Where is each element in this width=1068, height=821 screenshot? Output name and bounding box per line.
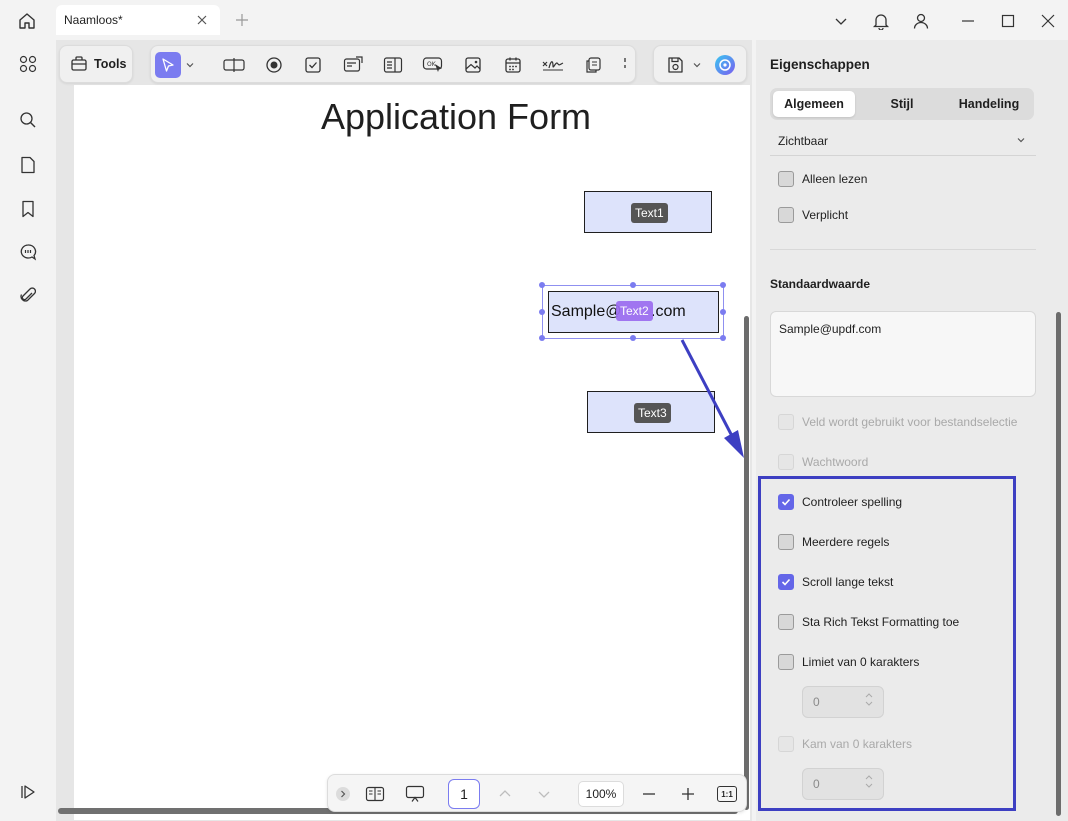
left-rail	[0, 40, 56, 821]
apps-grid-icon[interactable]	[15, 51, 41, 77]
actual-size-label: 1:1	[717, 786, 737, 802]
title-bar: Naamloos*	[0, 0, 1068, 40]
next-page-icon[interactable]	[531, 781, 557, 807]
field-tag-text2: Text2	[616, 301, 653, 321]
text-field-1[interactable]: Text1	[584, 191, 712, 233]
minimize-icon[interactable]	[955, 8, 981, 34]
document-tab-title: Naamloos*	[64, 13, 123, 27]
tab-algemeen[interactable]: Algemeen	[773, 91, 855, 117]
panel-vertical-scrollbar[interactable]	[1056, 312, 1061, 816]
attachment-icon[interactable]	[15, 283, 41, 309]
extra-toolbar	[653, 45, 747, 83]
copy-fields-icon[interactable]	[580, 52, 606, 78]
chevron-down-icon	[1016, 134, 1026, 148]
read-only-checkbox[interactable]	[778, 171, 794, 187]
ai-assistant-icon[interactable]	[712, 52, 738, 78]
bookmark-icon[interactable]	[15, 196, 41, 222]
maximize-icon[interactable]	[995, 8, 1021, 34]
radio-button-icon[interactable]	[261, 52, 287, 78]
field-value-text2: Sample@	[551, 303, 622, 320]
checkbox-tool-icon[interactable]	[300, 52, 326, 78]
zoom-level[interactable]: 100%	[578, 781, 624, 807]
more-tools-icon[interactable]	[617, 52, 633, 78]
bottom-bar: 1 100% 1:1	[327, 774, 747, 812]
chevron-down-icon[interactable]	[828, 8, 854, 34]
required-checkbox[interactable]	[778, 207, 794, 223]
form-toolbar: OK	[150, 45, 636, 83]
search-icon[interactable]	[15, 107, 41, 133]
read-only-checkbox-row[interactable]: Alleen lezen	[778, 169, 867, 189]
resize-handle[interactable]	[630, 282, 636, 288]
tab-stijl[interactable]: Stijl	[860, 91, 944, 117]
default-value-textarea[interactable]: Sample@updf.com	[770, 311, 1036, 397]
file-select-label: Veld wordt gebruikt voor bestandselectie	[802, 415, 1018, 429]
combo-box-icon[interactable]	[340, 52, 366, 78]
image-tool-icon[interactable]	[460, 52, 486, 78]
button-tool-icon[interactable]: OK	[420, 52, 446, 78]
svg-text:OK: OK	[427, 61, 437, 68]
panel-divider	[770, 249, 1036, 250]
tools-button[interactable]: Tools	[59, 45, 133, 83]
add-tab-icon[interactable]	[232, 10, 252, 30]
document-tab[interactable]: Naamloos*	[56, 5, 220, 35]
pages-icon[interactable]	[15, 152, 41, 178]
read-only-label: Alleen lezen	[802, 172, 868, 186]
list-box-icon[interactable]	[380, 52, 406, 78]
file-select-checkbox[interactable]	[778, 414, 794, 430]
resize-handle[interactable]	[539, 282, 545, 288]
visibility-value: Zichtbaar	[778, 133, 829, 148]
select-cursor-icon[interactable]	[155, 52, 181, 78]
annotation-highlight-box	[758, 476, 1016, 811]
page-number-input[interactable]: 1	[448, 779, 480, 809]
collapse-chevron-icon[interactable]	[334, 781, 352, 807]
field-tag-text1: Text1	[631, 203, 668, 223]
field-tag-text3: Text3	[634, 403, 671, 423]
default-value-title: Standaardwaarde	[770, 277, 871, 291]
tools-label: Tools	[94, 57, 127, 71]
layers-icon[interactable]	[15, 779, 41, 805]
presentation-icon[interactable]	[402, 781, 428, 807]
required-checkbox-row[interactable]: Verplicht	[778, 205, 848, 225]
comment-icon[interactable]	[15, 239, 41, 265]
toolbox-icon	[70, 54, 88, 75]
zoom-in-icon[interactable]	[675, 781, 701, 807]
save-icon[interactable]	[662, 52, 688, 78]
resize-handle[interactable]	[630, 335, 636, 341]
signature-icon[interactable]	[540, 52, 566, 78]
password-checkbox[interactable]	[778, 454, 794, 470]
resize-handle[interactable]	[539, 309, 545, 315]
bell-icon[interactable]	[868, 8, 894, 34]
resize-handle[interactable]	[720, 282, 726, 288]
text-field-icon[interactable]	[221, 52, 247, 78]
resize-handle[interactable]	[720, 309, 726, 315]
visibility-select[interactable]: Zichtbaar	[770, 126, 1036, 156]
file-select-checkbox-row[interactable]: Veld wordt gebruikt voor bestandselectie	[778, 412, 1017, 432]
zoom-out-icon[interactable]	[636, 781, 662, 807]
page-view-icon[interactable]	[362, 781, 388, 807]
password-checkbox-row[interactable]: Wachtwoord	[778, 452, 868, 472]
password-label: Wachtwoord	[802, 455, 869, 469]
user-icon[interactable]	[908, 8, 934, 34]
actual-size-button[interactable]: 1:1	[714, 781, 740, 807]
select-dropdown-icon[interactable]	[183, 52, 197, 78]
resize-handle[interactable]	[539, 335, 545, 341]
date-field-icon[interactable]	[500, 52, 526, 78]
close-tab-icon[interactable]	[194, 12, 210, 28]
previous-page-icon[interactable]	[492, 781, 518, 807]
text-field-2[interactable]: Sample@ .com Text2	[548, 291, 719, 333]
close-window-icon[interactable]	[1035, 8, 1061, 34]
save-dropdown-icon[interactable]	[690, 52, 704, 78]
panel-tabs: Algemeen Stijl Handeling	[770, 88, 1034, 120]
home-icon[interactable]	[14, 8, 40, 34]
required-label: Verplicht	[802, 208, 849, 222]
field-value-suffix-text2: .com	[651, 303, 686, 320]
tab-handeling[interactable]: Handeling	[946, 91, 1032, 117]
annotation-arrow-icon	[680, 339, 744, 458]
panel-title: Eigenschappen	[770, 57, 870, 72]
document-title: Application Form	[320, 96, 592, 137]
